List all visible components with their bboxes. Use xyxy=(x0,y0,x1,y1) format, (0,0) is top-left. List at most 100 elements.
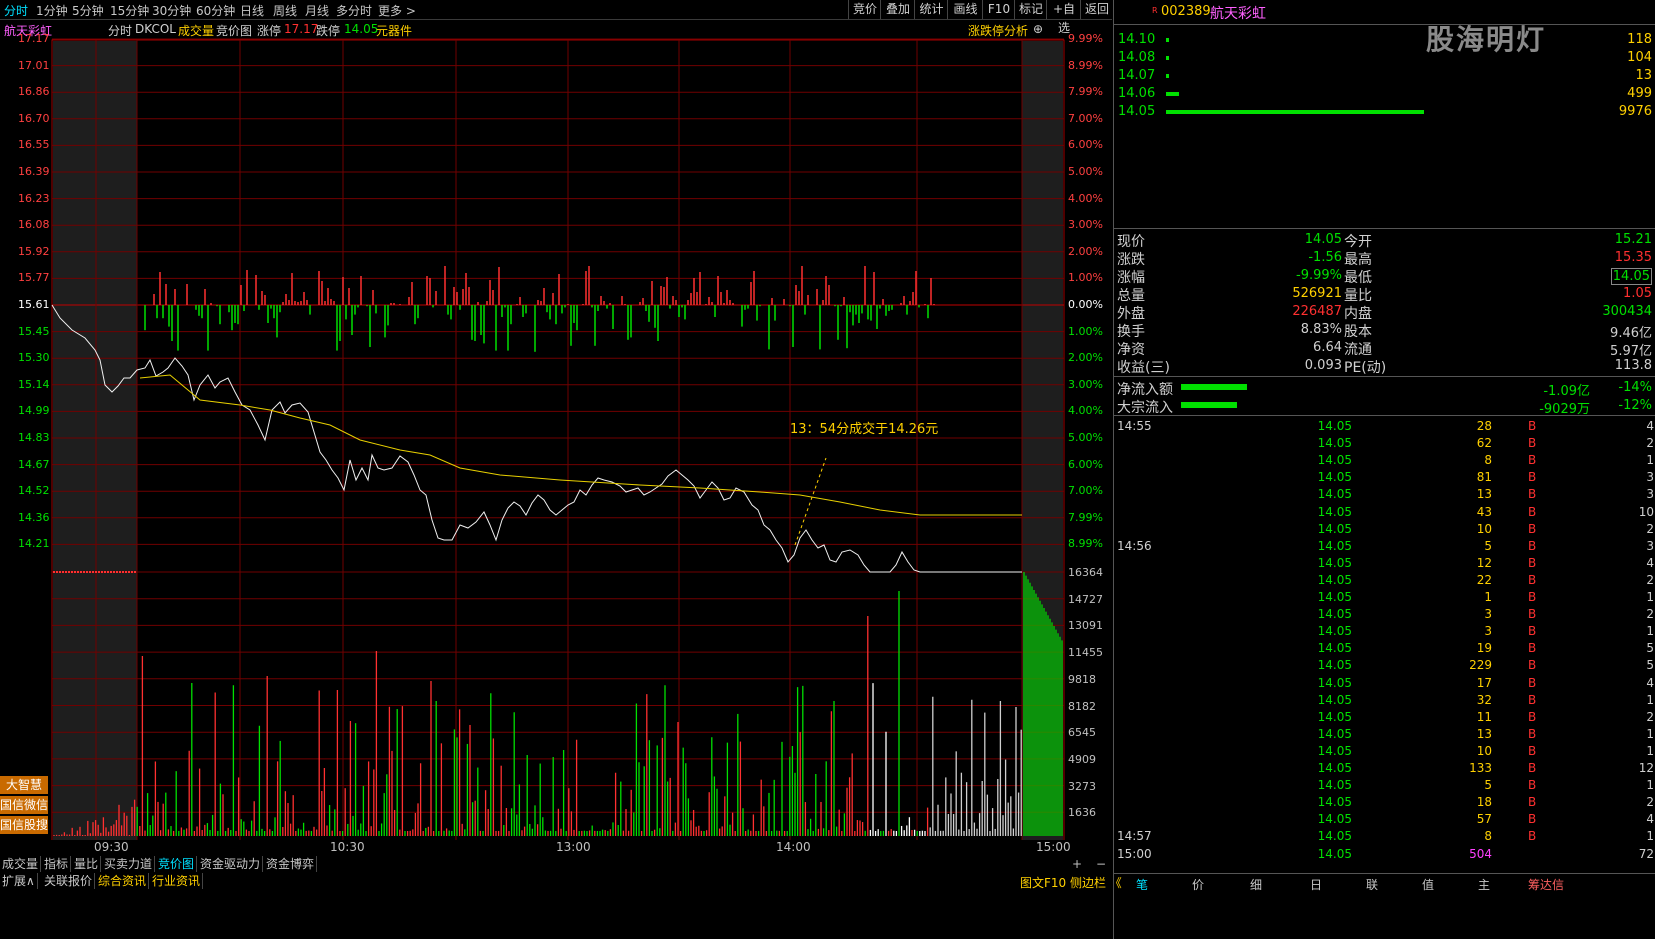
percent-label: 7.00% xyxy=(1068,111,1103,125)
trade-side: B xyxy=(1528,487,1537,502)
quote-label: 换手 xyxy=(1117,324,1145,340)
side-panel-toggle[interactable]: 图文F10 侧边栏 《 xyxy=(1020,874,1122,891)
tab-6[interactable]: 日线 xyxy=(240,2,264,19)
tab-4[interactable]: 30分钟 xyxy=(152,2,191,19)
trade-count: 2 xyxy=(1646,709,1654,724)
info-tab-3[interactable]: 行业资讯 xyxy=(150,873,204,889)
toolbar-button-1[interactable]: 叠加 xyxy=(880,0,915,19)
stock-title: 航天彩虹 xyxy=(1210,6,1266,22)
trade-volume: 5 xyxy=(1484,538,1492,553)
quote-value: 5.97亿 xyxy=(1610,344,1652,359)
quote-value: 14.05 xyxy=(1304,232,1342,247)
trade-volume: 32 xyxy=(1476,692,1492,707)
toolbar-button-0[interactable]: 竞价 xyxy=(848,0,881,19)
quote-label: 今开 xyxy=(1344,234,1372,250)
intraday-chart[interactable] xyxy=(0,20,1112,840)
side-button-1[interactable]: 国信微信 xyxy=(0,796,48,814)
price-label: 16.08 xyxy=(18,218,50,232)
info-tab-1[interactable]: 关联报价 xyxy=(42,873,96,889)
bottom-tab-3[interactable]: 买卖力道 xyxy=(102,856,156,872)
percent-label: 2.00% xyxy=(1068,351,1103,365)
trade-side: B xyxy=(1528,436,1537,451)
bottom-tab-6[interactable]: 资金博弈 xyxy=(264,856,318,872)
quote-label: 量比 xyxy=(1344,288,1372,304)
tab-9[interactable]: 多分时 xyxy=(336,2,372,19)
quote-value: 6.64 xyxy=(1313,340,1342,355)
bottom-tab-5[interactable]: 资金驱动力 xyxy=(198,856,264,872)
toolbar-button-2[interactable]: 统计 xyxy=(914,0,948,19)
volume-label: 4909 xyxy=(1068,752,1096,766)
panel-tab-4[interactable]: 联 xyxy=(1366,876,1378,893)
panel-tab-7[interactable]: 筹达信 xyxy=(1528,876,1564,893)
panel-tab-3[interactable]: 日 xyxy=(1310,876,1322,893)
bottom-tab-4[interactable]: 竞价图 xyxy=(156,856,198,872)
price-label: 14.36 xyxy=(18,510,50,524)
quote-value: 8.83% xyxy=(1300,322,1342,337)
toolbar-button-3[interactable]: 画线 xyxy=(947,0,983,19)
rights-flag: R xyxy=(1152,6,1158,15)
price-label: 15.77 xyxy=(18,271,50,285)
quote-panel: R 002389 航天彩虹 股海明灯 14.10 118 14.08 104 14.07… xyxy=(1113,0,1655,939)
trade-price: 14.05 xyxy=(1317,829,1352,844)
trade-count: 4 xyxy=(1646,419,1654,433)
toolbar-button-7[interactable]: 返回 xyxy=(1080,0,1113,19)
tab-7[interactable]: 周线 xyxy=(273,2,297,19)
trade-side: B xyxy=(1528,521,1537,536)
panel-tab-1[interactable]: 价 xyxy=(1192,876,1204,893)
quote-value: 14.05 xyxy=(1610,268,1652,285)
trade-side: B xyxy=(1528,812,1537,827)
trade-side: B xyxy=(1528,658,1537,673)
volume-label: 6545 xyxy=(1068,726,1096,740)
orderbook-volume: 118 xyxy=(1627,32,1652,47)
trade-side: B xyxy=(1528,419,1537,433)
zoom-in-button[interactable]: + xyxy=(1072,857,1082,871)
trade-count: 4 xyxy=(1646,555,1654,570)
tab-5[interactable]: 60分钟 xyxy=(196,2,235,19)
panel-tab-2[interactable]: 细 xyxy=(1250,876,1262,893)
percent-label: 4.00% xyxy=(1068,404,1103,418)
trade-volume: 133 xyxy=(1469,761,1492,775)
percent-label: 6.00% xyxy=(1068,457,1103,471)
trade-count: 4 xyxy=(1646,675,1654,690)
quote-label: 最低 xyxy=(1344,270,1372,286)
bottom-tab-2[interactable]: 量比 xyxy=(72,856,102,872)
toolbar-button-4[interactable]: F10 xyxy=(982,0,1015,19)
toolbar-button-6[interactable]: +自选 xyxy=(1046,0,1081,35)
orderbook-volume-bar xyxy=(1166,74,1169,78)
trade-price: 14.05 xyxy=(1317,675,1352,690)
tab-3[interactable]: 15分钟 xyxy=(110,2,149,19)
tab-10[interactable]: 更多 > xyxy=(378,2,416,19)
trade-side: B xyxy=(1528,590,1537,604)
trade-side: B xyxy=(1528,607,1537,622)
bottom-tab-0[interactable]: 成交量 xyxy=(0,856,42,872)
quote-value: 526921 xyxy=(1292,286,1342,301)
panel-tab-5[interactable]: 值 xyxy=(1422,876,1434,893)
quote-label: 外盘 xyxy=(1117,306,1145,322)
side-button-2[interactable]: 国信股搜 xyxy=(0,816,48,834)
trade-price: 14.05 xyxy=(1317,743,1352,758)
zoom-out-button[interactable]: − xyxy=(1096,857,1106,871)
price-label: 15.45 xyxy=(18,324,50,338)
bottom-tab-1[interactable]: 指标 xyxy=(42,856,72,872)
quote-label: 流通 xyxy=(1344,342,1372,358)
tab-1[interactable]: 1分钟 xyxy=(36,2,68,19)
average-price-line xyxy=(139,374,1022,516)
panel-tab-6[interactable]: 主 xyxy=(1478,876,1490,893)
trade-count: 2 xyxy=(1646,795,1654,810)
side-button-0[interactable]: 大智慧 xyxy=(0,776,48,794)
flow-pct: -14% xyxy=(1618,380,1652,395)
trade-side: B xyxy=(1528,504,1537,519)
percent-label: 7.00% xyxy=(1068,484,1103,498)
tab-8[interactable]: 月线 xyxy=(305,2,329,19)
trade-count: 1 xyxy=(1646,624,1654,639)
info-tab-0[interactable]: 扩展∧ xyxy=(0,873,38,889)
trade-price: 14.05 xyxy=(1317,692,1352,707)
tab-2[interactable]: 5分钟 xyxy=(72,2,104,19)
quote-value: 15.35 xyxy=(1614,250,1652,265)
panel-tab-0[interactable]: 笔 xyxy=(1136,876,1148,893)
orderbook-volume: 13 xyxy=(1635,68,1652,83)
tab-0[interactable]: 分时 xyxy=(4,2,28,19)
percent-label: 8.99% xyxy=(1068,58,1103,72)
toolbar-button-5[interactable]: 标记 xyxy=(1014,0,1047,19)
info-tab-2[interactable]: 综合资讯 xyxy=(96,873,150,889)
